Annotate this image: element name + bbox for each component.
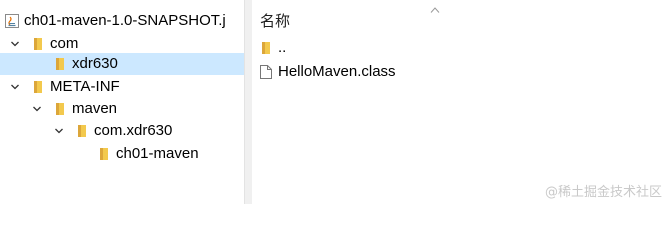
tree-item-label: com.xdr630 xyxy=(94,122,173,139)
tree-root-jar[interactable]: ch01-maven-1.0-SNAPSHOT.j xyxy=(4,10,226,32)
tree-item-meta-inf[interactable]: META-INF xyxy=(8,76,120,98)
folder-icon xyxy=(30,79,46,95)
chevron-down-icon[interactable] xyxy=(8,33,22,55)
chevron-down-icon[interactable] xyxy=(8,76,22,98)
column-header-name[interactable]: 名称 xyxy=(260,10,290,31)
chevron-down-icon[interactable] xyxy=(52,120,66,142)
list-item-label: .. xyxy=(278,39,287,56)
tree-item-label: maven xyxy=(72,100,118,117)
sort-ascending-icon xyxy=(430,7,440,13)
folder-icon xyxy=(74,123,90,139)
tree-item-label: com xyxy=(50,35,79,52)
folder-icon xyxy=(52,56,68,72)
folder-icon xyxy=(96,146,112,162)
pane-splitter[interactable] xyxy=(244,0,252,204)
tree-root-label: ch01-maven-1.0-SNAPSHOT.j xyxy=(24,12,226,29)
folder-tree-pane: ch01-maven-1.0-SNAPSHOT.j com xdr630 MET… xyxy=(0,0,244,204)
java-archive-icon xyxy=(4,13,20,29)
tree-item-com-xdr630[interactable]: com.xdr630 xyxy=(52,120,172,142)
tree-item-xdr630[interactable]: xdr630 xyxy=(0,53,244,75)
tree-item-label: xdr630 xyxy=(72,55,118,72)
file-list-pane: 名称 .. HelloMaven.class @稀土掘金技术社区 xyxy=(252,0,668,204)
tree-item-label: ch01-maven xyxy=(116,145,199,162)
tree-item-com[interactable]: com xyxy=(8,33,78,55)
tree-item-maven[interactable]: maven xyxy=(30,98,117,120)
list-item-label: HelloMaven.class xyxy=(278,63,396,80)
file-icon xyxy=(258,64,274,80)
list-item-parent-folder[interactable]: .. xyxy=(258,37,286,59)
folder-icon xyxy=(258,40,274,56)
tree-item-ch01-maven[interactable]: ch01-maven xyxy=(96,143,199,165)
folder-icon xyxy=(52,101,68,117)
list-item-hellomaven-class[interactable]: HelloMaven.class xyxy=(258,61,396,83)
chevron-down-icon[interactable] xyxy=(30,98,44,120)
folder-icon xyxy=(30,36,46,52)
watermark-text: @稀土掘金技术社区 xyxy=(544,185,662,200)
tree-item-label: META-INF xyxy=(50,78,120,95)
